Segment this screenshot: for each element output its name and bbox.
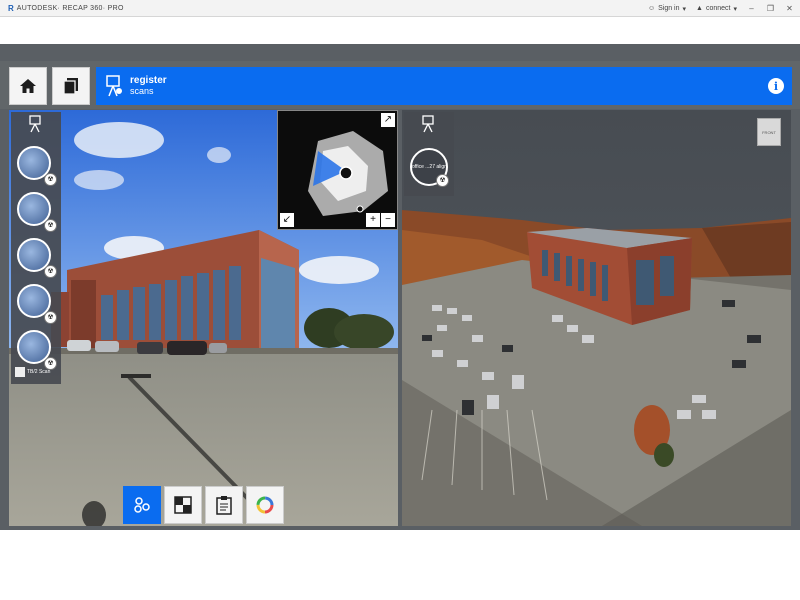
chevron-down-icon: ▾	[733, 5, 737, 13]
mode-title: register	[130, 75, 167, 86]
pages-button[interactable]	[52, 67, 90, 105]
register-scans-icon	[106, 75, 122, 97]
scan-list: ☢ ☢ ☢ ☢ ☢ TB/2 Scan	[11, 112, 61, 384]
app-logo: R	[8, 3, 14, 13]
mode-bar: register scans i	[96, 67, 792, 105]
cluster-tool-button[interactable]	[123, 486, 161, 524]
collapse-icon[interactable]: ↙	[280, 213, 294, 227]
cube-icon	[15, 367, 25, 377]
view-tools	[123, 486, 284, 524]
home-button[interactable]	[9, 67, 47, 105]
scan-item[interactable]: ☢	[17, 238, 57, 278]
minimap[interactable]: ↗ ↙ + −	[277, 110, 398, 230]
scan-status-icon: ☢	[44, 311, 57, 324]
minimize-button[interactable]: –	[747, 4, 756, 13]
zoom-out-button[interactable]: −	[381, 213, 395, 227]
sign-in-button[interactable]: ☺ Sign in ▾	[648, 5, 686, 13]
scanner-icon	[29, 115, 41, 133]
scan-item[interactable]: ☢	[17, 284, 57, 324]
point-cloud-scene	[402, 110, 791, 526]
close-button[interactable]: ✕	[785, 4, 794, 13]
scan-item[interactable]: ☢	[17, 146, 57, 186]
cluster-icon	[134, 497, 150, 513]
app-window: register scans i ☢ ☢ ☢ ☢ ☢ TB/2 Scan ↗ ↙…	[0, 44, 800, 530]
scanner-icon	[422, 115, 434, 133]
scan-status-icon: ☢	[44, 173, 57, 186]
view-cube-label: FRONT	[762, 130, 776, 135]
point-cloud-view[interactable]: office ...27 align ☢ FRONT	[402, 110, 791, 526]
color-wheel-icon	[256, 496, 274, 514]
grid-tool-button[interactable]	[164, 486, 202, 524]
account-menu[interactable]: ▲ connect ▾	[696, 5, 737, 13]
scan-item[interactable]: ☢	[17, 330, 57, 370]
scan-list-footer[interactable]: TB/2 Scan	[15, 366, 57, 378]
clipboard-icon	[216, 496, 232, 515]
title-bar: R AUTODESK· RECAP 360· PRO ☺ Sign in ▾ ▲…	[0, 0, 800, 17]
user-icon: ☺	[647, 5, 656, 12]
restore-button[interactable]: ❐	[766, 4, 775, 13]
grid-icon	[174, 496, 192, 514]
pages-icon	[63, 78, 78, 95]
view-cube[interactable]: FRONT	[757, 118, 781, 146]
home-icon	[20, 79, 36, 93]
chevron-down-icon: ▾	[682, 5, 687, 13]
scan-status-icon: ☢	[436, 174, 449, 187]
scan-status-icon: ☢	[44, 265, 57, 278]
scan-item[interactable]: ☢	[17, 192, 57, 232]
app-title: AUTODESK· RECAP 360· PRO	[16, 4, 124, 12]
minimap-floorplan	[308, 131, 388, 216]
top-toolbar: register scans i	[0, 61, 800, 109]
account-icon: ▲	[696, 5, 703, 12]
color-tool-button[interactable]	[246, 486, 284, 524]
mode-subtitle: scans	[130, 86, 154, 96]
panorama-view[interactable]: ☢ ☢ ☢ ☢ ☢ TB/2 Scan ↗ ↙ + −	[9, 110, 398, 526]
mode-label: register scans	[130, 75, 167, 97]
info-button[interactable]: i	[768, 78, 784, 94]
scan-status-icon: ☢	[44, 219, 57, 232]
clipboard-tool-button[interactable]	[205, 486, 243, 524]
zoom-in-button[interactable]: +	[366, 213, 380, 227]
active-scan-panel: office ...27 align ☢	[404, 112, 454, 196]
expand-icon[interactable]: ↗	[381, 113, 395, 127]
